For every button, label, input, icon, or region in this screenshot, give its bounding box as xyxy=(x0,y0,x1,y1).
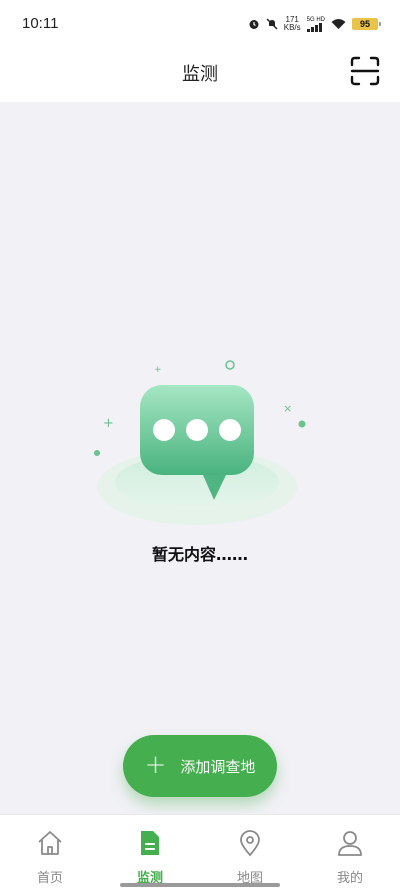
tab-home[interactable]: 首页 xyxy=(0,815,100,890)
battery-indicator: 95 xyxy=(352,18,381,30)
nav-bar: 监测 xyxy=(0,48,400,102)
tab-mine-label: 我的 xyxy=(336,871,363,886)
home-icon xyxy=(38,831,62,855)
alarm-icon xyxy=(249,20,259,29)
svg-text:+: + xyxy=(103,416,114,431)
svg-text:+: + xyxy=(154,365,162,375)
add-survey-site-label: 添加调查地 xyxy=(180,757,256,776)
status-icons: 171 KB/s 5G HD 95 xyxy=(248,14,381,34)
add-survey-site-button[interactable]: + 添加调查地 xyxy=(123,735,277,797)
net-speed: 171 KB/s xyxy=(284,16,301,32)
tab-home-label: 首页 xyxy=(36,871,63,886)
scan-icon xyxy=(350,56,380,86)
svg-text:×: × xyxy=(283,402,292,415)
person-icon xyxy=(338,831,362,856)
page-title: 监测 xyxy=(182,64,218,85)
plus-icon: + xyxy=(144,749,167,780)
status-bar: 10:11 171 KB/s 5G HD 95 xyxy=(0,0,400,48)
status-time: 10:11 xyxy=(22,15,59,32)
empty-illustration: + + × xyxy=(90,355,310,535)
tab-bar: 首页 监测 地图 我的 xyxy=(0,814,400,890)
home-indicator xyxy=(120,883,280,887)
scan-button[interactable] xyxy=(350,56,380,86)
signal-icon xyxy=(306,22,322,32)
cellular-signal: 5G HD xyxy=(306,17,325,32)
mute-icon xyxy=(266,18,278,30)
document-icon xyxy=(141,831,159,855)
net-speed-unit: KB/s xyxy=(283,23,301,32)
tab-mine[interactable]: 我的 xyxy=(300,815,400,890)
tab-map[interactable]: 地图 xyxy=(200,815,300,890)
location-pin-icon xyxy=(240,830,260,857)
tab-monitor[interactable]: 监测 xyxy=(100,815,200,890)
wifi-icon xyxy=(331,19,346,29)
empty-state-message: 暂无内容…… xyxy=(151,545,248,564)
